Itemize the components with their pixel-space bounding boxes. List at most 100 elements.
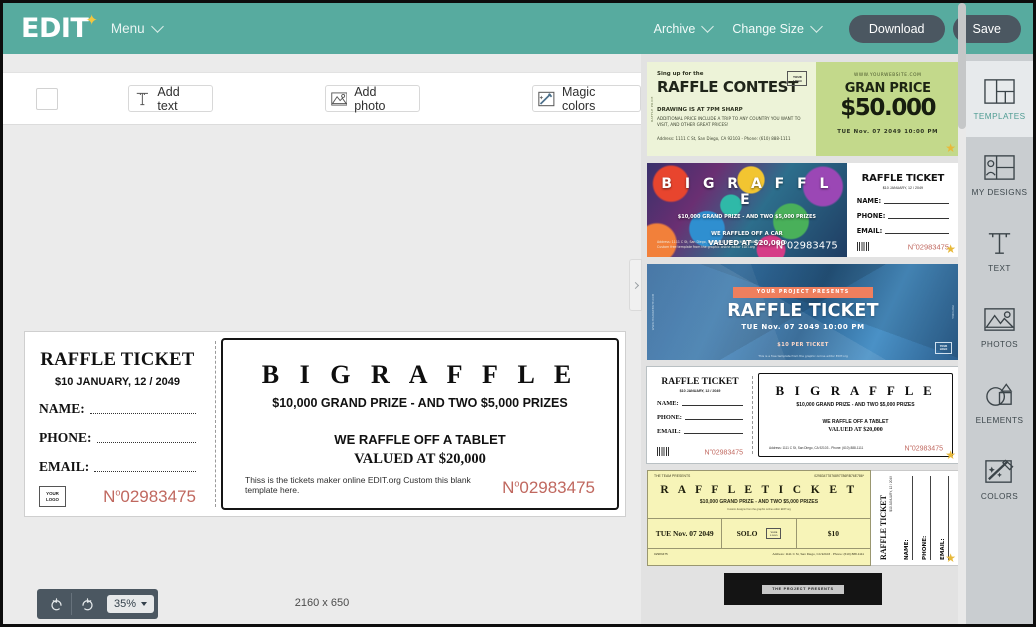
chevron-down-icon[interactable] bbox=[150, 20, 164, 33]
field-line bbox=[94, 461, 196, 472]
template-barcode-text: 02983477876897786RB76E786* bbox=[814, 474, 864, 478]
selection-checkbox[interactable] bbox=[36, 87, 58, 110]
add-photo-button[interactable]: Add photo bbox=[324, 84, 421, 113]
colors-icon bbox=[985, 458, 1014, 483]
template-stub-subtitle: $10 JANUARY, 12 / 2049 bbox=[889, 476, 893, 512]
template-price: $10 PER TICKET bbox=[777, 342, 829, 348]
my-designs-icon bbox=[984, 154, 1015, 180]
template-top-row: THE TEAM PRESENTS 02983477876897786RB76E… bbox=[648, 471, 870, 478]
ticket-stub[interactable]: RAFFLE TICKET $10 JANUARY, 12 / 2049 NAM… bbox=[25, 332, 209, 516]
sidebar-label: MY DESIGNS bbox=[971, 187, 1028, 197]
template-subtitle: $10,000 GRAND PRIZE - AND TWO $5,000 PRI… bbox=[796, 402, 915, 408]
stub-field-email[interactable]: EMAIL: bbox=[39, 459, 196, 475]
templates-icon bbox=[984, 78, 1015, 104]
favorite-star-icon[interactable]: ★ bbox=[945, 552, 956, 564]
number-value: 02983475 bbox=[911, 445, 943, 452]
templates-panel[interactable]: RAFFLE PRICE YOUR LOGO Sing up for the R… bbox=[641, 54, 966, 624]
stub-ticket-number[interactable]: No02983475 bbox=[103, 487, 196, 507]
template-field: EMAIL: bbox=[657, 428, 743, 435]
template-ticket-number: No02983475 bbox=[905, 443, 943, 452]
add-text-button[interactable]: Add text bbox=[127, 84, 213, 113]
template-ticket-number: 02983475 bbox=[654, 552, 668, 556]
sidebar-item-elements[interactable]: ELEMENTS bbox=[966, 365, 1033, 441]
template-thumbnail[interactable]: THE PROJECT PRESENTS bbox=[647, 573, 959, 613]
template-badge: THE PROJECT PRESENTS bbox=[762, 584, 844, 594]
template-info-grid: TUE Nov. 07 2049 SOLO YOUR LOGO $10 bbox=[648, 518, 870, 549]
ticket-main[interactable]: B I G R A F F L E $10,000 GRAND PRIZE - … bbox=[221, 332, 625, 516]
image-icon bbox=[330, 91, 347, 106]
zoom-level-select[interactable]: 35% bbox=[107, 595, 155, 613]
text-icon bbox=[988, 232, 1011, 254]
favorite-star-icon[interactable]: ★ bbox=[945, 142, 956, 154]
app-window: EDIT ✦ Menu Archive Change Size Download… bbox=[0, 0, 1036, 627]
template-side-text: RAFFLE PRICE bbox=[650, 96, 654, 122]
sidebar-item-my-designs[interactable]: MY DESIGNS bbox=[966, 137, 1033, 213]
stub-field-name[interactable]: NAME: bbox=[39, 401, 196, 417]
zoom-level-value: 35% bbox=[114, 598, 137, 610]
add-photo-label: Add photo bbox=[354, 84, 386, 113]
main-title: B I G R A F F L E bbox=[261, 360, 579, 389]
template-field: PHONE: bbox=[857, 212, 949, 220]
main-ticket-number[interactable]: No02983475 bbox=[502, 478, 595, 498]
field-label: PHONE: bbox=[856, 212, 886, 220]
undo-button[interactable] bbox=[41, 589, 71, 619]
sidebar-item-photos[interactable]: PHOTOS bbox=[966, 289, 1033, 365]
sidebar-item-colors[interactable]: COLORS bbox=[966, 441, 1033, 517]
template-kicker: Sing up for the bbox=[657, 71, 704, 77]
sidebar-label: TEXT bbox=[988, 263, 1011, 273]
field-label: EMAIL: bbox=[39, 459, 90, 474]
redo-button[interactable] bbox=[72, 589, 102, 619]
template-ticket-number: No02983475 bbox=[776, 239, 838, 251]
panel-collapse-handle[interactable] bbox=[629, 259, 642, 311]
change-size-menu[interactable]: Change Size bbox=[732, 20, 823, 36]
template-field: PHONE: bbox=[657, 414, 743, 421]
template-footer: No02983475 bbox=[657, 447, 743, 456]
right-sidebar: TEMPLATES MY DESIGNS TEXT PHOTOS ELEMENT… bbox=[966, 54, 1033, 624]
address-line-2: Custom free template from the graphic on… bbox=[657, 245, 755, 250]
magic-colors-label: Magic colors bbox=[561, 84, 596, 113]
template-left-part: RAFFLE PRICE YOUR LOGO Sing up for the R… bbox=[647, 62, 817, 156]
favorite-star-icon[interactable]: ★ bbox=[945, 243, 956, 255]
sidebar-item-templates[interactable]: TEMPLATES bbox=[966, 61, 1033, 137]
sidebar-label: TEMPLATES bbox=[973, 111, 1026, 121]
field-line bbox=[681, 404, 743, 406]
favorite-star-icon[interactable]: ★ bbox=[945, 449, 956, 461]
template-thumbnail-selected[interactable]: RAFFLE TICKET $10 JANUARY, 12 / 2049 NAM… bbox=[646, 366, 960, 464]
edit-logo[interactable]: EDIT ✦ bbox=[21, 12, 98, 42]
star-icon: ✦ bbox=[85, 12, 98, 29]
archive-menu[interactable]: Archive bbox=[654, 20, 715, 36]
sidebar-item-text[interactable]: TEXT bbox=[966, 213, 1033, 289]
your-logo-placeholder[interactable]: YOUR LOGO bbox=[39, 486, 66, 507]
field-line bbox=[683, 432, 743, 434]
template-datetime: TUE Nov. 07 2049 10:00 PM bbox=[837, 129, 939, 136]
zoom-controls: 35% bbox=[37, 589, 159, 619]
canvas-bottom-bar: 2160 x 650 35% bbox=[3, 584, 641, 624]
template-website: WWW.YOURWEBSITE.COM bbox=[854, 73, 922, 78]
template-main-frame: B I G R A F F L E $10,000 GRAND PRIZE - … bbox=[758, 373, 953, 457]
canvas-area[interactable]: RAFFLE TICKET $10 JANUARY, 12 / 2049 NAM… bbox=[3, 125, 641, 624]
template-right-part: RAFFLE TICKET $10 JANUARY, 12 / 2049 NAM… bbox=[871, 470, 959, 566]
your-logo-placeholder: YOUR LOGO bbox=[787, 71, 808, 86]
template-thumbnail[interactable]: WWW.YOURWEBSITE.COM EDIT.ORG YOUR PROJEC… bbox=[647, 264, 959, 360]
add-text-label: Add text bbox=[157, 84, 180, 113]
template-thumbnail[interactable]: RAFFLE PRICE YOUR LOGO Sing up for the R… bbox=[647, 62, 959, 156]
template-prize-amount: $50.000 bbox=[840, 95, 936, 121]
template-footer: Address: 1111 C St, San Diego, CA 92103 … bbox=[769, 443, 943, 452]
grid-cell-type: SOLO YOUR LOGO bbox=[722, 519, 797, 548]
template-address: Address: 1111 C St, San Diego, CA 92103 … bbox=[657, 240, 763, 250]
number-value: 02983475 bbox=[519, 478, 595, 497]
field-label: PHONE: bbox=[921, 476, 931, 560]
magic-colors-button[interactable]: Magic colors bbox=[532, 84, 641, 113]
panel-scrollbar-track[interactable] bbox=[958, 54, 966, 624]
template-thumbnail[interactable]: B I G R A F F L E $10,000 GRAND PRIZE - … bbox=[647, 163, 959, 257]
barcode-icon bbox=[657, 447, 670, 456]
download-button[interactable]: Download bbox=[848, 14, 945, 43]
field-label: NAME: bbox=[903, 476, 913, 560]
stub-field-phone[interactable]: PHONE: bbox=[39, 430, 196, 446]
main-footer: Thiss is the tickets maker online EDIT.o… bbox=[245, 475, 595, 498]
panel-scrollbar-thumb[interactable] bbox=[958, 3, 966, 129]
your-logo-placeholder: YOUR LOGO bbox=[935, 342, 952, 354]
menu-label[interactable]: Menu bbox=[111, 21, 145, 36]
template-thumbnail[interactable]: THE TEAM PRESENTS 02983477876897786RB76E… bbox=[647, 470, 959, 566]
ticket-design[interactable]: RAFFLE TICKET $10 JANUARY, 12 / 2049 NAM… bbox=[24, 331, 626, 517]
